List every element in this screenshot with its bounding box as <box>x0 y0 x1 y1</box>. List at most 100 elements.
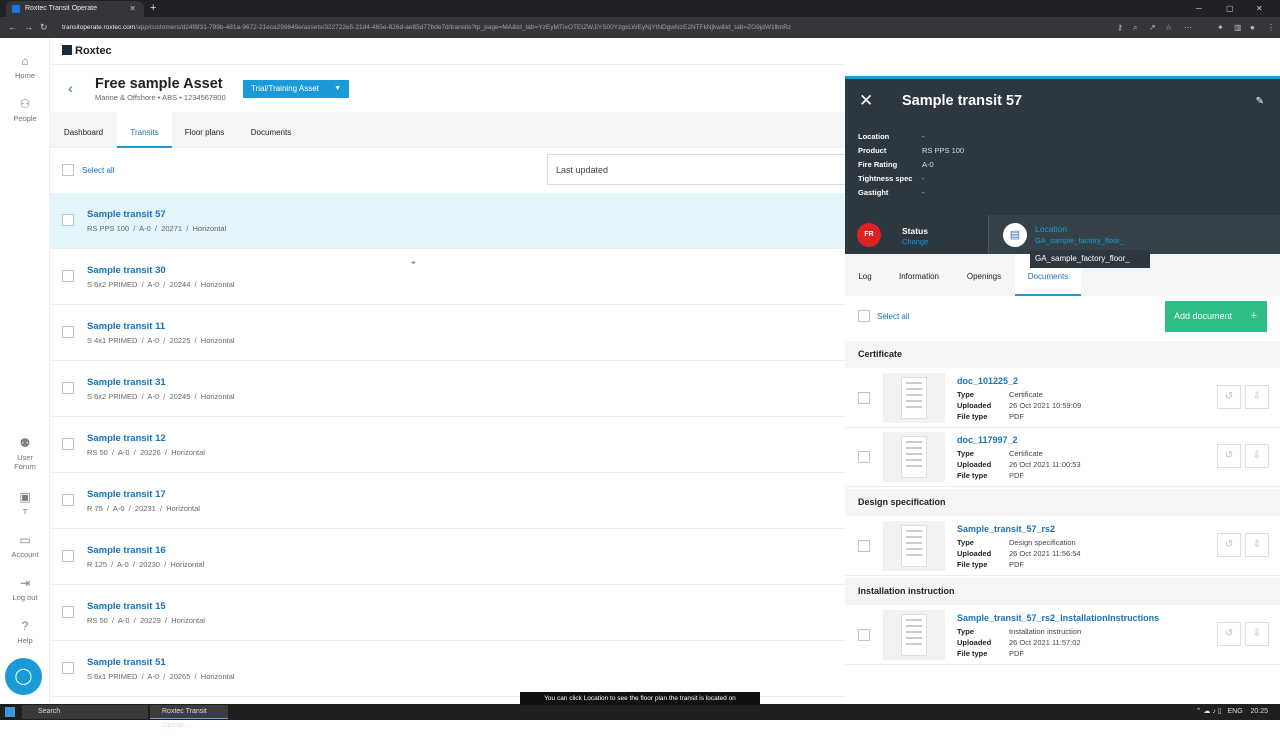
document-checkbox[interactable] <box>858 392 870 404</box>
roxtec-logo[interactable]: Roxtec <box>62 45 112 57</box>
transit-title[interactable]: Sample transit 17 <box>87 489 166 500</box>
maximize-icon[interactable]: ▢ <box>1226 0 1234 17</box>
transit-title[interactable]: Sample transit 57 <box>87 209 166 220</box>
nav-people[interactable]: ⚇ People <box>0 97 50 123</box>
history-icon[interactable]: ↺ <box>1217 385 1241 409</box>
address-bar[interactable]: transitoperate.roxtec.com/app/customers/… <box>62 20 1112 35</box>
taskbar-app-chrome[interactable]: Roxtec Transit Operat... <box>150 705 228 729</box>
transit-title[interactable]: Sample transit 30 <box>87 265 166 276</box>
transit-row[interactable]: Sample transit 15 RS 50 / A-0 / 20229 / … <box>50 585 845 641</box>
location-link[interactable]: Location <box>1035 224 1067 234</box>
row-checkbox[interactable] <box>62 270 74 282</box>
transit-title[interactable]: Sample transit 12 <box>87 433 166 444</box>
document-name[interactable]: Sample_transit_57_rs2 <box>957 524 1055 534</box>
window-close-icon[interactable]: ✕ <box>1256 0 1263 17</box>
row-checkbox[interactable] <box>62 214 74 226</box>
sidepanel-icon[interactable]: ▥ <box>1234 21 1242 34</box>
history-icon[interactable]: ↺ <box>1217 533 1241 557</box>
nav-user-forum[interactable]: ⚉ User Forum <box>0 436 50 471</box>
nav-home[interactable]: ⌂ Home <box>0 54 50 80</box>
download-icon[interactable]: ⇩ <box>1245 533 1269 557</box>
extension-icon[interactable]: ⋯ <box>1184 21 1192 34</box>
nav-account[interactable]: ▭ Account <box>0 533 50 559</box>
transit-row[interactable]: Sample transit 16 R 125 / A-0 / 20230 / … <box>50 529 845 585</box>
document-name[interactable]: Sample_transit_57_rs2_InstallationInstru… <box>957 613 1159 623</box>
row-checkbox[interactable] <box>62 438 74 450</box>
row-checkbox[interactable] <box>62 662 74 674</box>
history-icon[interactable]: ↺ <box>1217 444 1241 468</box>
language-indicator[interactable]: ENG <box>1228 708 1243 715</box>
tab-transits[interactable]: Transits <box>117 112 172 148</box>
document-item[interactable]: doc_117997_2 Type Certificate Uploaded 2… <box>845 428 1280 487</box>
docs-select-all-checkbox[interactable] <box>858 310 870 322</box>
reload-icon[interactable]: ↻ <box>40 20 48 34</box>
transit-row[interactable]: Sample transit 17 R 75 / A-0 / 20231 / H… <box>50 473 845 529</box>
back-nav-icon[interactable]: ← <box>8 20 17 34</box>
nav-t[interactable]: ▣ T <box>0 490 50 516</box>
forward-nav-icon[interactable]: → <box>24 20 33 34</box>
row-checkbox[interactable] <box>62 550 74 562</box>
transit-row[interactable]: Sample transit 12 RS 50 / A-0 / 20226 / … <box>50 417 845 473</box>
windows-start-icon[interactable] <box>5 707 15 717</box>
document-name[interactable]: doc_101225_2 <box>957 376 1018 386</box>
document-item[interactable]: Sample_transit_57_rs2_InstallationInstru… <box>845 606 1280 665</box>
close-panel-icon[interactable]: ✕ <box>859 91 873 111</box>
nav-logout[interactable]: ⇥ Log out <box>0 576 50 602</box>
row-checkbox[interactable] <box>62 382 74 394</box>
download-icon[interactable]: ⇩ <box>1245 385 1269 409</box>
nav-help[interactable]: ? Help <box>0 619 50 645</box>
tab-floor-plans[interactable]: Floor plans <box>172 112 237 148</box>
taskbar-search[interactable]: Search <box>22 705 148 719</box>
profile-icon[interactable]: ● <box>1250 21 1255 34</box>
document-thumbnail[interactable] <box>883 373 945 423</box>
transit-row[interactable]: Sample transit 31 S 6x2 PRIMED / A-0 / 2… <box>50 361 845 417</box>
asset-type-dropdown[interactable]: Trial/Training Asset ▼ <box>243 80 349 98</box>
select-all-label[interactable]: Select all <box>82 166 114 175</box>
document-checkbox[interactable] <box>858 629 870 641</box>
puzzle-icon[interactable]: ✦ <box>1217 21 1224 34</box>
document-checkbox[interactable] <box>858 451 870 463</box>
floor-plan-icon[interactable]: ▤ <box>1003 223 1027 247</box>
tab-log[interactable]: Log <box>845 254 885 296</box>
download-icon[interactable]: ⇩ <box>1245 622 1269 646</box>
row-checkbox[interactable] <box>62 606 74 618</box>
document-thumbnail[interactable] <box>883 432 945 482</box>
close-tab-icon[interactable]: ✕ <box>129 1 136 17</box>
document-item[interactable]: doc_101225_2 Type Certificate Uploaded 2… <box>845 369 1280 428</box>
document-thumbnail[interactable] <box>883 521 945 571</box>
transit-row[interactable]: Sample transit 57 RS PPS 100 / A-0 / 202… <box>50 193 845 249</box>
status-change-link[interactable]: Change <box>902 237 928 246</box>
tab-information[interactable]: Information <box>885 254 953 296</box>
add-document-button[interactable]: Add document + <box>1165 301 1267 332</box>
history-icon[interactable]: ↺ <box>1217 622 1241 646</box>
tab-documents[interactable]: Documents <box>237 112 305 148</box>
back-arrow-icon[interactable]: ‹ <box>68 80 73 96</box>
zoom-icon[interactable]: ⌕ <box>1133 21 1137 34</box>
minimize-icon[interactable]: ─ <box>1196 0 1202 17</box>
transit-title[interactable]: Sample transit 11 <box>87 321 165 332</box>
transit-title[interactable]: Sample transit 15 <box>87 601 166 612</box>
document-thumbnail[interactable] <box>883 610 945 660</box>
transit-row[interactable]: Sample transit 11 S 4x1 PRIMED / A-0 / 2… <box>50 305 845 361</box>
browser-tab[interactable]: Roxtec Transit Operate ✕ <box>6 1 144 17</box>
tray-icons[interactable]: ⌃ ☁ ♪ ▯ <box>1196 708 1226 715</box>
new-tab-icon[interactable]: + <box>150 0 156 17</box>
document-checkbox[interactable] <box>858 540 870 552</box>
bookmark-star-icon[interactable]: ☆ <box>1165 21 1172 34</box>
select-all-checkbox[interactable] <box>62 164 74 176</box>
chat-button[interactable]: ◯ <box>5 658 42 695</box>
transit-row[interactable]: Sample transit 30 S 6x2 PRIMED / A-0 / 2… <box>50 249 845 305</box>
transit-title[interactable]: Sample transit 31 <box>87 377 166 388</box>
clock[interactable]: 20:25 <box>1250 708 1268 715</box>
menu-icon[interactable]: ⋮ <box>1267 21 1275 34</box>
transit-title[interactable]: Sample transit 51 <box>87 657 166 668</box>
download-icon[interactable]: ⇩ <box>1245 444 1269 468</box>
transit-title[interactable]: Sample transit 16 <box>87 545 166 556</box>
document-item[interactable]: Sample_transit_57_rs2 Type Design specif… <box>845 517 1280 576</box>
row-checkbox[interactable] <box>62 494 74 506</box>
row-checkbox[interactable] <box>62 326 74 338</box>
tab-openings[interactable]: Openings <box>953 254 1015 296</box>
share-icon[interactable]: ↗ <box>1149 21 1156 34</box>
document-name[interactable]: doc_117997_2 <box>957 435 1018 445</box>
key-icon[interactable]: ⚷ <box>1117 21 1123 34</box>
